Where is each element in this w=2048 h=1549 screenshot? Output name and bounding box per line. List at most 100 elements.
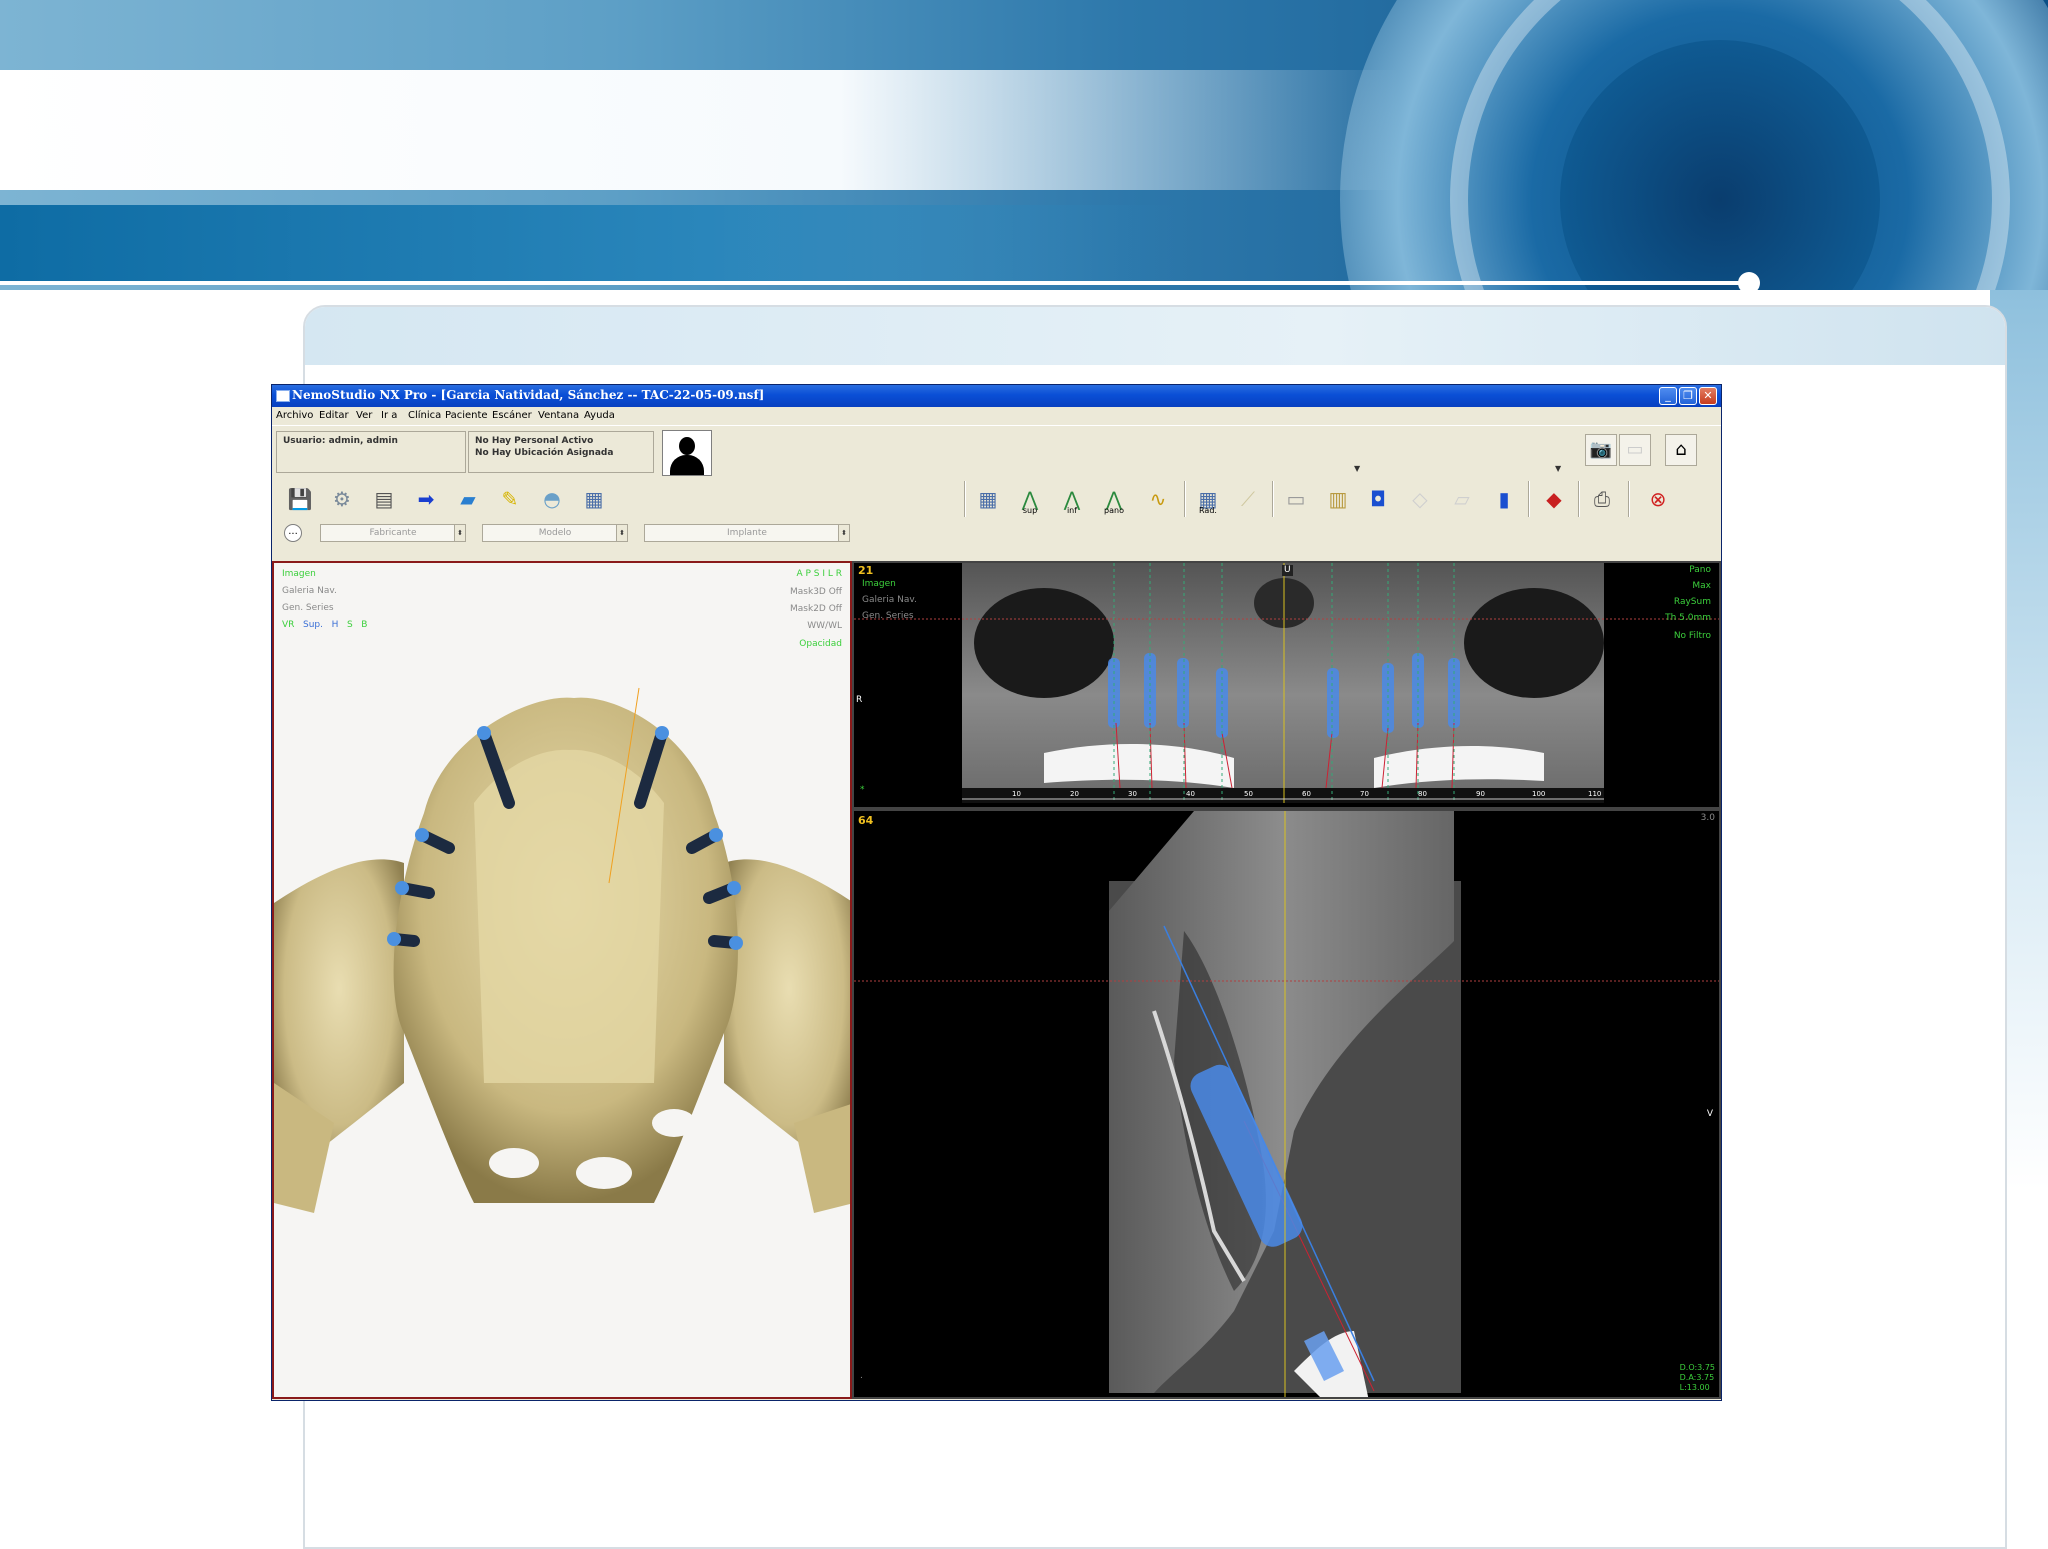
- menu-paciente[interactable]: Paciente: [445, 410, 488, 421]
- info-bar: Usuario: admin, admin No Hay Personal Ac…: [272, 425, 1721, 479]
- ruler-icon[interactable]: ✎: [494, 483, 526, 515]
- cross-orientation-v: V: [1706, 1109, 1713, 1119]
- surgical-guide-icon[interactable]: ◆: [1538, 483, 1570, 515]
- pano-imagen-label[interactable]: Imagen: [862, 579, 896, 590]
- slide-header-background: [0, 0, 2048, 290]
- window-icon[interactable]: ▭: [1280, 483, 1312, 515]
- pano-galeria-label[interactable]: Galeria Nav.: [862, 595, 917, 606]
- cross-scale-label: 3.0: [1700, 813, 1715, 823]
- manufacturer-select[interactable]: Fabricante ⬍: [320, 524, 466, 542]
- main-toolbar: 💾 ⚙ ▤ ➡ ▰ ✎ ◓ ▦ ▦ ⋀ sup ⋀ inf ⋀ pano ∿ ▦ Rad…: [272, 477, 1721, 522]
- frame-header-band: [305, 307, 2005, 365]
- pano-mode-label[interactable]: Pano: [1689, 565, 1711, 576]
- implant-dimensions: D.O:3.75 D.A:3.75 L:13.00: [1680, 1363, 1715, 1393]
- staff-box: No Hay Personal Activo No Hay Ubicación …: [468, 431, 654, 473]
- menu-bar: Archivo Editar Ver Ir a Clínica Paciente…: [272, 407, 1721, 425]
- title-bar: NemoStudio NX Pro - [Garcia Natividad, S…: [272, 385, 1721, 407]
- nemostudio-window: NemoStudio NX Pro - [Garcia Natividad, S…: [271, 384, 1722, 1401]
- close-circle-icon[interactable]: ⊗: [1642, 483, 1674, 515]
- rad-label: Rad.: [1199, 506, 1217, 515]
- layout-grid-icon[interactable]: ▦: [578, 483, 610, 515]
- panoramic-image: [854, 563, 1719, 803]
- close-button[interactable]: ✕: [1699, 387, 1717, 405]
- pano-icon[interactable]: ⋀ pano: [1098, 483, 1130, 515]
- menu-ventana[interactable]: Ventana: [538, 410, 579, 421]
- sup-arch-icon[interactable]: ⋀ sup: [1014, 483, 1046, 515]
- pano-thickness-label[interactable]: Th 5.0mm: [1665, 613, 1711, 624]
- ruler-tick-label: 20: [1070, 790, 1079, 798]
- chevron-updown-icon: ⬍: [616, 525, 627, 541]
- report-icon[interactable]: ▤: [368, 483, 400, 515]
- implant-diameter-occlusal: D.O:3.75: [1679, 1363, 1715, 1372]
- view-layout-icon[interactable]: ▦: [972, 483, 1004, 515]
- menu-escaner[interactable]: Escáner: [492, 410, 532, 421]
- home-icon[interactable]: ⌂: [1665, 434, 1697, 466]
- menu-ver[interactable]: Ver: [356, 410, 372, 421]
- ruler-tick-label: 90: [1476, 790, 1485, 798]
- menu-ayuda[interactable]: Ayuda: [584, 410, 615, 421]
- implant-diameter-apical: D.A:3.75: [1679, 1373, 1715, 1382]
- decorative-line: [0, 281, 1750, 285]
- chevron-down-icon[interactable]: ▼: [1354, 464, 1360, 473]
- model-select[interactable]: Modelo ⬍: [482, 524, 628, 542]
- save-icon[interactable]: 💾: [284, 483, 316, 515]
- chevron-down-icon[interactable]: ▼: [1555, 464, 1561, 473]
- menu-clinica[interactable]: Clínica: [408, 410, 441, 421]
- menu-editar[interactable]: Editar: [319, 410, 349, 421]
- maxilla-3d-render: [274, 687, 850, 1213]
- inf-label: inf: [1066, 506, 1078, 515]
- pano-filter-label[interactable]: No Filtro: [1674, 631, 1711, 642]
- camera-icon[interactable]: 📷: [1585, 434, 1617, 466]
- blank-page-icon: ▭: [1619, 434, 1651, 466]
- window-title: NemoStudio NX Pro - [Garcia Natividad, S…: [292, 388, 765, 402]
- options-button[interactable]: ...: [284, 524, 302, 542]
- decorative-line-dot: [1738, 272, 1760, 294]
- avatar-body: [670, 455, 704, 475]
- pano-orientation-u: U: [1282, 565, 1293, 576]
- location-label: No Hay Ubicación Asignada: [475, 448, 614, 458]
- nerve-curve-icon[interactable]: ∿: [1142, 483, 1174, 515]
- pano-max-label[interactable]: Max: [1692, 581, 1711, 592]
- ruler-tick-label: 100: [1532, 790, 1546, 798]
- viewport-3d[interactable]: Imagen Galeria Nav. Gen. Series VR Sup. …: [272, 561, 852, 1399]
- inf-arch-icon[interactable]: ⋀ inf: [1056, 483, 1088, 515]
- implant-select[interactable]: Implante ⬍: [644, 524, 850, 542]
- radiograph-icon[interactable]: ▦ Rad.: [1192, 483, 1224, 515]
- implant-value: Implante: [727, 528, 767, 538]
- maximize-button[interactable]: ❐: [1679, 387, 1697, 405]
- implant-icon[interactable]: ▥: [1322, 483, 1354, 515]
- toolbar-separator: [1528, 481, 1530, 517]
- minimize-button[interactable]: _: [1659, 387, 1677, 405]
- menu-ir-a[interactable]: Ir a: [381, 410, 397, 421]
- cross-marker: .: [860, 1371, 863, 1381]
- magnet-icon[interactable]: ◘: [1362, 483, 1394, 515]
- avatar-head: [679, 437, 695, 455]
- toolbar-separator: [1184, 481, 1186, 517]
- manufacturer-value: Fabricante: [369, 528, 417, 538]
- personal-label: No Hay Personal Activo: [475, 436, 594, 446]
- gear-icon[interactable]: ⚙: [326, 483, 358, 515]
- chevron-updown-icon: ⬍: [838, 525, 849, 541]
- ruler-tick-label: 80: [1418, 790, 1427, 798]
- angle-icon: ⟋: [1241, 487, 1255, 511]
- protractor-icon[interactable]: ◓: [536, 483, 568, 515]
- pano-gen-series-label[interactable]: Gen. Series: [862, 611, 914, 622]
- patient-avatar[interactable]: [662, 430, 712, 476]
- pano-raysum-label[interactable]: RaySum: [1674, 597, 1711, 608]
- pano-orientation-r: R: [856, 695, 863, 705]
- printer-icon[interactable]: ⎙: [1586, 483, 1618, 515]
- toolbar-separator: [964, 481, 966, 517]
- cross-slice-number: 64: [858, 814, 874, 827]
- decorative-dark-band: [0, 205, 1180, 283]
- ruler-tick-label: 30: [1128, 790, 1137, 798]
- app-icon: [276, 390, 290, 402]
- toolbar-separator: [1578, 481, 1580, 517]
- scan-volume-icon[interactable]: ▰: [452, 483, 484, 515]
- viewport-cross-section[interactable]: 64 3.0 V . D.O:3.75 D.A:3.75 L:13.00: [852, 809, 1721, 1399]
- arrow-right-icon[interactable]: ➡: [410, 483, 442, 515]
- ruler-tick-label: 40: [1186, 790, 1195, 798]
- menu-archivo[interactable]: Archivo: [276, 410, 313, 421]
- guide-sleeve-icon[interactable]: ▮: [1488, 483, 1520, 515]
- ruler-tick-label: 60: [1302, 790, 1311, 798]
- viewport-panoramic[interactable]: 21 Imagen Galeria Nav. Gen. Series R U *…: [852, 561, 1721, 809]
